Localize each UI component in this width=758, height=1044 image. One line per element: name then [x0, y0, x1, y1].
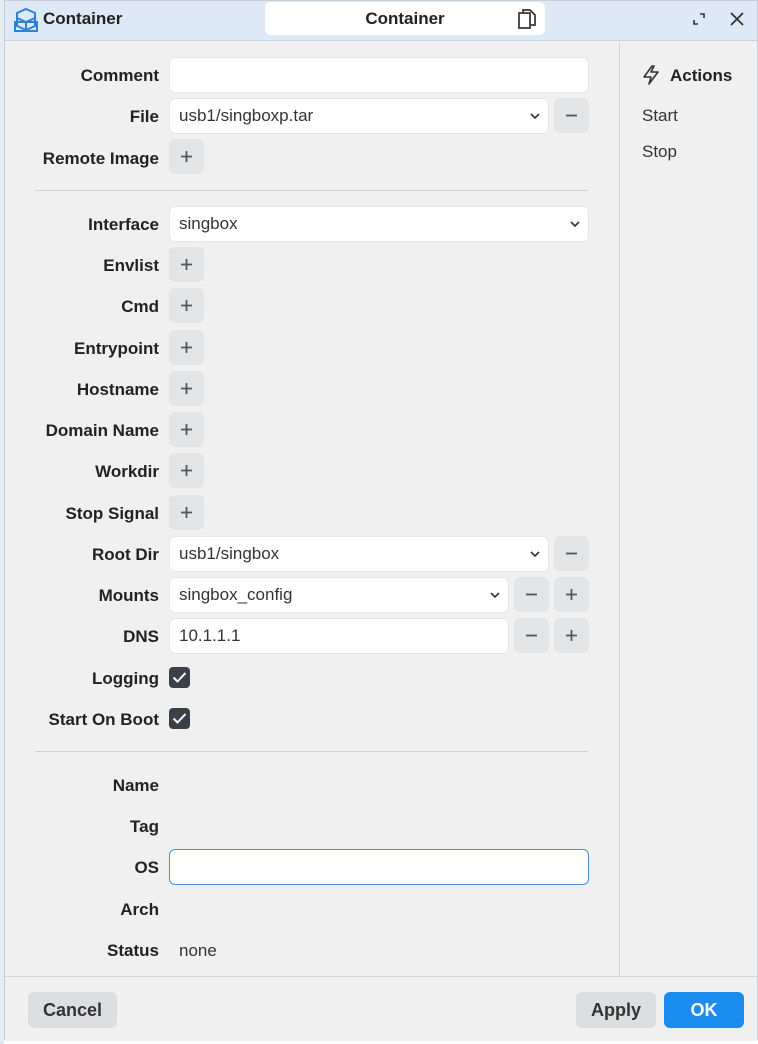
- comment-label: Comment: [80, 66, 159, 85]
- chevron-down-icon: [530, 551, 540, 558]
- mounts-add-button[interactable]: [554, 577, 589, 612]
- ok-button[interactable]: OK: [664, 992, 744, 1028]
- close-icon[interactable]: [727, 9, 747, 29]
- root-dir-select-value: usb1/singbox: [179, 544, 280, 563]
- mounts-remove-button[interactable]: [514, 577, 549, 612]
- dialog-footer: Cancel Apply OK: [5, 976, 757, 1041]
- dns-add-button[interactable]: [554, 618, 589, 653]
- container-dialog: Container Container Comment File usb1/si…: [4, 0, 758, 1041]
- status-value: none: [179, 941, 217, 960]
- name-label: Name: [112, 776, 159, 795]
- logging-label: Logging: [91, 669, 159, 688]
- file-select-value: usb1/singboxp.tar: [179, 106, 314, 125]
- interface-select[interactable]: singbox: [169, 206, 589, 242]
- domain-name-label: Domain Name: [45, 421, 159, 440]
- minus-icon: [526, 634, 537, 637]
- chevron-down-icon: [570, 221, 580, 228]
- plus-icon: [181, 507, 192, 518]
- file-remove-button[interactable]: [554, 98, 589, 133]
- interface-label: Interface: [88, 215, 159, 234]
- plus-icon: [181, 151, 192, 162]
- tab-title-text: Container: [365, 9, 445, 28]
- window-title: Container: [43, 9, 123, 28]
- plus-icon: [181, 424, 192, 435]
- status-label: Status: [107, 941, 159, 960]
- section-divider: [35, 751, 588, 752]
- plus-icon: [566, 630, 577, 641]
- copy-icon[interactable]: [517, 8, 537, 30]
- interface-select-value: singbox: [179, 214, 238, 233]
- domain-name-add-button[interactable]: [169, 412, 204, 447]
- stop-signal-add-button[interactable]: [169, 495, 204, 530]
- minus-icon: [566, 552, 577, 555]
- actions-header: Actions: [640, 65, 733, 86]
- comment-input[interactable]: [169, 57, 589, 93]
- os-input[interactable]: [169, 849, 589, 885]
- chevron-down-icon: [490, 592, 500, 599]
- file-select[interactable]: usb1/singboxp.tar: [169, 98, 549, 134]
- os-label: OS: [134, 858, 159, 877]
- cmd-add-button[interactable]: [169, 288, 204, 323]
- mounts-label: Mounts: [98, 586, 159, 605]
- root-dir-label: Root Dir: [91, 545, 159, 564]
- checkmark-icon: [172, 672, 187, 683]
- plus-icon: [181, 383, 192, 394]
- plus-icon: [566, 589, 577, 600]
- lightning-icon: [643, 65, 659, 85]
- mounts-select-value: singbox_config: [179, 585, 293, 604]
- dns-remove-button[interactable]: [514, 618, 549, 653]
- remote-image-add-button[interactable]: [169, 139, 204, 174]
- start-on-boot-checkbox[interactable]: [169, 708, 190, 729]
- section-divider: [35, 190, 588, 191]
- dns-label: DNS: [123, 627, 159, 646]
- stop-signal-label: Stop Signal: [65, 504, 160, 523]
- apply-button[interactable]: Apply: [576, 992, 656, 1028]
- minus-icon: [566, 114, 577, 117]
- file-label: File: [129, 107, 159, 126]
- workdir-label: Workdir: [95, 462, 159, 481]
- hostname-add-button[interactable]: [169, 371, 204, 406]
- action-stop[interactable]: Stop: [642, 142, 677, 162]
- cancel-button[interactable]: Cancel: [28, 992, 117, 1028]
- root-dir-remove-button[interactable]: [554, 536, 589, 571]
- mounts-select[interactable]: singbox_config: [169, 577, 509, 613]
- logging-checkbox[interactable]: [169, 667, 190, 688]
- actions-panel: Actions Start Stop: [620, 42, 758, 976]
- actions-title: Actions: [670, 66, 733, 85]
- plus-icon: [181, 300, 192, 311]
- tag-label: Tag: [130, 817, 159, 836]
- minus-icon: [526, 593, 537, 596]
- container-app-icon: [14, 7, 38, 32]
- window-tab-title: Container: [265, 2, 545, 35]
- remote-image-label: Remote Image: [42, 149, 159, 168]
- checkmark-icon: [172, 713, 187, 724]
- entrypoint-label: Entrypoint: [74, 339, 159, 358]
- start-on-boot-label: Start On Boot: [48, 710, 160, 729]
- title-bar[interactable]: Container Container: [5, 1, 757, 41]
- cmd-label: Cmd: [121, 297, 159, 316]
- hostname-label: Hostname: [76, 380, 159, 399]
- form-area: Comment File usb1/singboxp.tar Remote Im…: [5, 42, 619, 976]
- action-start[interactable]: Start: [642, 106, 678, 126]
- workdir-add-button[interactable]: [169, 453, 204, 488]
- envlist-label: Envlist: [103, 256, 159, 275]
- plus-icon: [181, 342, 192, 353]
- plus-icon: [181, 465, 192, 476]
- root-dir-select[interactable]: usb1/singbox: [169, 536, 549, 572]
- plus-icon: [181, 259, 192, 270]
- chevron-down-icon: [530, 113, 540, 120]
- entrypoint-add-button[interactable]: [169, 330, 204, 365]
- envlist-add-button[interactable]: [169, 247, 204, 282]
- arch-label: Arch: [120, 900, 159, 919]
- dns-input[interactable]: 10.1.1.1: [169, 618, 509, 654]
- maximize-icon[interactable]: [689, 9, 709, 29]
